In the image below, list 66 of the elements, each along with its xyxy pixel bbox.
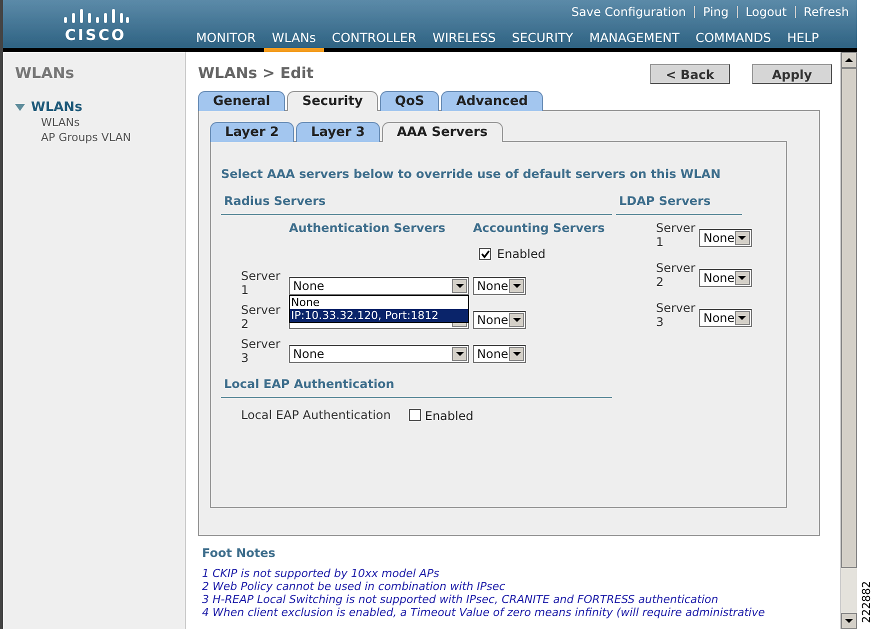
action-button[interactable]: Apply xyxy=(752,64,832,84)
footnotes-heading: Foot Notes xyxy=(202,546,276,560)
nav-tab[interactable]: SECURITY xyxy=(504,28,582,52)
nav-tab[interactable]: MANAGEMENT xyxy=(581,28,688,52)
intro-text: Select AAA servers below to override use of default servers on this WLAN xyxy=(221,167,722,181)
dropdown-option[interactable]: None xyxy=(290,296,468,309)
select-field[interactable]: None xyxy=(699,229,752,247)
tab[interactable]: General xyxy=(198,91,286,111)
server-label: Server 1 xyxy=(240,269,282,297)
server-label: Server 3 xyxy=(655,301,696,329)
dropdown-option[interactable]: IP:10.33.32.120, Port:1812 xyxy=(290,309,468,322)
link-separator xyxy=(736,6,738,18)
checkbox-label: Enabled xyxy=(424,409,474,423)
footnote: 2 Web Policy cannot be used in combination with IPsec xyxy=(202,580,506,593)
server-label: Server 1 xyxy=(655,221,696,249)
server-label: Server 3 xyxy=(240,337,282,365)
sidebar-title: WLANs xyxy=(15,64,76,82)
page-title: WLANs > Edit xyxy=(198,64,314,82)
logo-icon xyxy=(62,8,128,22)
link-separator xyxy=(694,6,696,18)
subtab[interactable]: AAA Servers xyxy=(382,122,503,142)
select-field[interactable]: None xyxy=(289,345,469,363)
figure-number: 222882 xyxy=(860,581,873,623)
header-link[interactable]: Logout xyxy=(746,5,787,19)
scrollbar[interactable] xyxy=(840,52,857,629)
sidebar-item[interactable]: WLANs xyxy=(31,100,82,115)
select-field[interactable]: None xyxy=(289,277,469,295)
section-heading: Radius Servers xyxy=(221,194,612,215)
nav-tab[interactable]: WLANs xyxy=(264,28,324,52)
select-field[interactable]: None xyxy=(473,345,526,363)
link-separator xyxy=(794,6,796,18)
footnote: 3 H-REAP Local Switching is not supported with IPsec, CRANITE and FORTRESS authentication xyxy=(202,593,720,606)
select-field[interactable]: None xyxy=(699,269,752,287)
logo-text: CISCO xyxy=(64,26,126,44)
checkbox-label: Enabled xyxy=(497,247,546,261)
header-link[interactable]: Ping xyxy=(703,5,729,19)
tab[interactable]: Advanced xyxy=(441,91,543,111)
action-button[interactable]: < Back xyxy=(650,64,730,84)
server-label: Server 2 xyxy=(655,261,696,289)
select-field[interactable]: None xyxy=(699,309,752,327)
subtab[interactable]: Layer 3 xyxy=(296,122,380,142)
column-heading: Authentication Servers xyxy=(289,221,446,237)
server-label: Server 2 xyxy=(240,303,282,331)
field-label: Local EAP Authentication xyxy=(241,408,391,422)
nav-tab[interactable]: WIRELESS xyxy=(424,28,504,52)
header-link[interactable]: Refresh xyxy=(804,5,849,19)
expand-triangle-icon[interactable] xyxy=(15,104,25,111)
sidebar-subitem[interactable]: AP Groups VLAN xyxy=(15,130,185,145)
section-heading: LDAP Servers xyxy=(616,194,742,215)
section-heading: Local EAP Authentication xyxy=(221,377,612,398)
checkbox[interactable] xyxy=(479,248,491,260)
column-heading: Accounting Servers xyxy=(473,221,606,237)
nav-tab[interactable]: COMMANDS xyxy=(687,28,780,52)
nav-tab[interactable]: HELP xyxy=(779,28,827,52)
select-field[interactable]: None xyxy=(473,277,526,295)
select-field[interactable]: None xyxy=(473,311,526,329)
checkbox[interactable] xyxy=(408,408,421,420)
header-link[interactable]: Save Configuration xyxy=(571,5,686,19)
sidebar-subitem[interactable]: WLANs xyxy=(15,115,185,130)
nav-tab[interactable]: CONTROLLER xyxy=(324,28,424,52)
tab[interactable]: QoS xyxy=(380,91,440,111)
footnote: 4 When client exclusion is enabled, a Timeout Value of zero means infinity (will require administrative xyxy=(202,606,766,619)
subtab[interactable]: Layer 2 xyxy=(210,122,294,142)
tab[interactable]: Security xyxy=(287,91,378,111)
nav-tab[interactable]: MONITOR xyxy=(188,28,264,52)
footnote: 1 CKIP is not supported by 10xx model APs xyxy=(202,567,440,580)
